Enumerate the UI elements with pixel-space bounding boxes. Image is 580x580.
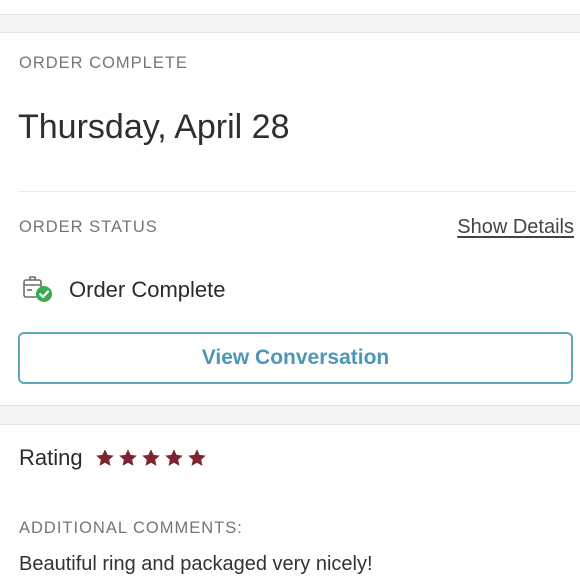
star-rating: [95, 448, 207, 468]
additional-comments-heading: ADDITIONAL COMMENTS:: [19, 519, 243, 537]
show-details-link[interactable]: Show Details: [457, 216, 574, 239]
star-icon: [95, 449, 114, 466]
rating-label: Rating: [19, 445, 83, 470]
rating-row: Rating: [19, 445, 207, 471]
order-complete-heading: ORDER COMPLETE: [19, 54, 188, 72]
star-icon: [187, 449, 206, 466]
review-comment: Beautiful ring and packaged very nicely!: [19, 553, 373, 575]
divider: [18, 191, 576, 192]
review-card: Rating ADDITIONAL COMMENTS: Beautiful ri…: [0, 424, 580, 580]
view-conversation-button[interactable]: View Conversation: [18, 332, 573, 384]
star-icon: [141, 449, 160, 466]
star-icon: [118, 449, 137, 466]
order-status-text: Order Complete: [69, 277, 226, 302]
package-check-icon: [23, 276, 52, 302]
star-icon: [164, 449, 183, 466]
order-date: Thursday, April 28: [18, 108, 290, 146]
previous-section: [0, 0, 580, 15]
order-status-heading: ORDER STATUS: [19, 218, 158, 236]
order-status-row: Order Complete: [22, 273, 226, 307]
order-card: ORDER COMPLETE Thursday, April 28 ORDER …: [0, 32, 580, 406]
order-details-screen: ORDER COMPLETE Thursday, April 28 ORDER …: [0, 0, 580, 580]
